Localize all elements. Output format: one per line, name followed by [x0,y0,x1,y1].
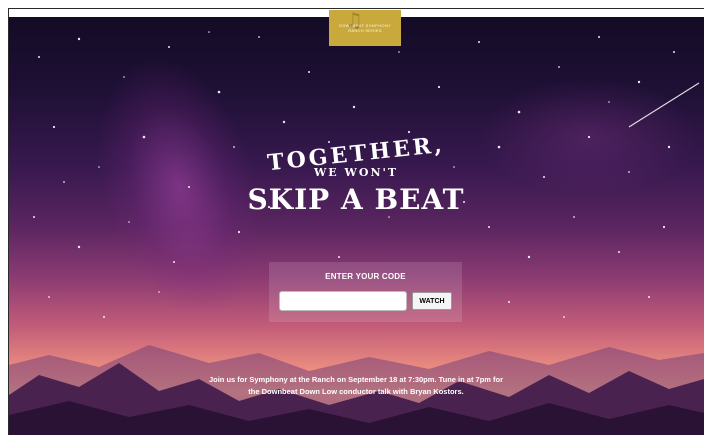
code-entry-panel: ENTER YOUR CODE WATCH [269,262,462,322]
event-info-text: Join us for Symphony at the Ranch on Sep… [208,375,504,396]
shooting-star [628,82,700,128]
hero-headline: TOGETHER, WE WON'T SKIP A BEAT [200,132,512,218]
brand-logo[interactable]: ♫ DOWNBEAT SYMPHONY RANCH SERIES [329,10,401,46]
headline-line3: SKIP A BEAT [247,183,465,216]
hero-background [9,17,704,435]
mountain-silhouette [9,345,704,435]
access-code-input[interactable] [279,291,407,311]
music-note-icon: ♫ [345,8,364,32]
code-entry-title: ENTER YOUR CODE [325,272,406,281]
headline-line2: WE WON'T [313,166,399,179]
watch-button[interactable]: WATCH [412,292,452,310]
